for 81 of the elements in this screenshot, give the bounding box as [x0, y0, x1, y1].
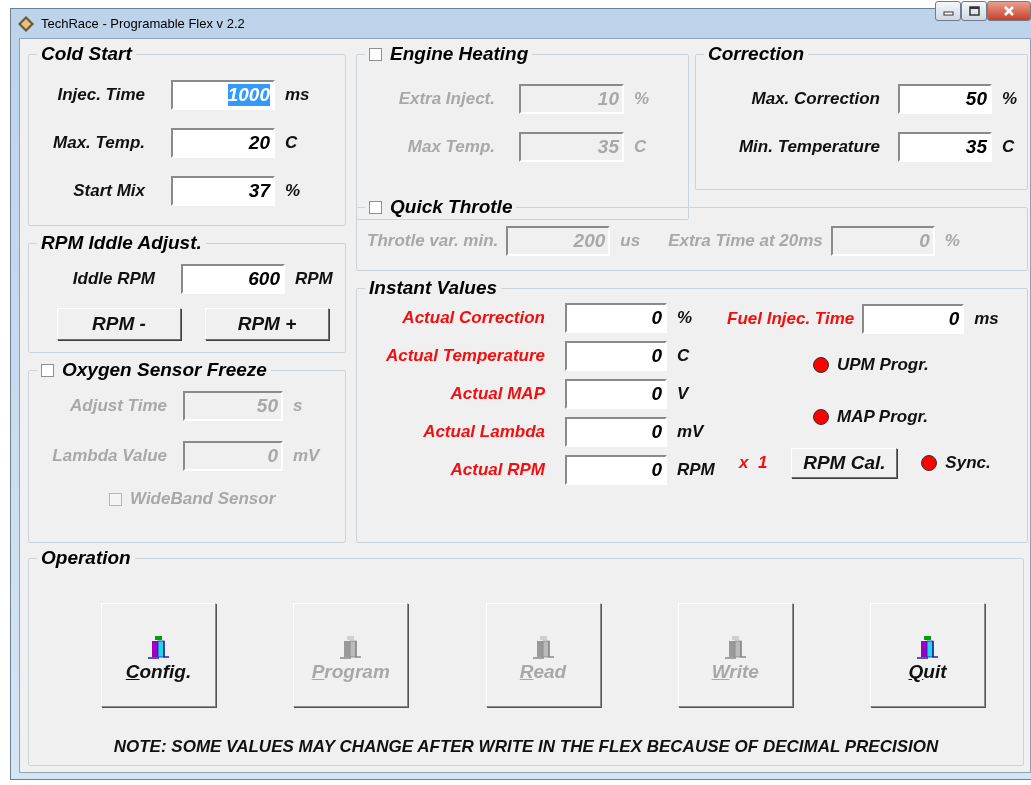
input-field[interactable]: 0	[565, 341, 667, 371]
input-field[interactable]: 50	[898, 84, 992, 114]
unit-label: ms	[284, 85, 310, 105]
group-title: Cold Start	[41, 43, 132, 65]
unit-label: %	[943, 231, 960, 251]
status-label: Sync.	[945, 453, 991, 473]
unit-label: RPM	[676, 460, 716, 480]
close-button[interactable]	[987, 1, 1031, 21]
checkbox[interactable]	[369, 47, 382, 61]
field-label: Extra Inject.	[397, 89, 496, 109]
unit-label: mV	[676, 422, 706, 442]
field-label: Max. Correction	[750, 89, 881, 109]
unit-label: ms	[973, 309, 999, 329]
group-title: Correction	[708, 43, 805, 65]
app-icon	[17, 14, 35, 33]
operation-button[interactable]: Quit	[870, 603, 985, 707]
group-title: Instant Values	[369, 277, 498, 299]
rpm-cal-button[interactable]: RPM Cal.	[791, 448, 898, 478]
unit-label: s	[292, 396, 303, 416]
status-label: UPM Progr.	[837, 355, 929, 375]
checkbox-label: WideBand Sensor	[130, 489, 276, 509]
field-label: Actual Correction	[401, 308, 546, 328]
connector-icon	[916, 635, 939, 659]
unit-label: %	[676, 308, 694, 328]
maximize-icon	[968, 6, 980, 16]
connector-icon	[531, 635, 555, 659]
connector-icon	[339, 635, 363, 659]
rpm-button[interactable]: RPM +	[205, 308, 329, 340]
unit-label: V	[676, 384, 691, 404]
unit-label: %	[1001, 89, 1018, 109]
input-field[interactable]: 600	[181, 264, 285, 294]
input-field[interactable]: 37	[171, 176, 275, 206]
connector-icon	[147, 635, 170, 659]
unit-label: %	[633, 89, 650, 109]
field-label: Max Temp.	[406, 137, 496, 157]
note-text: NOTE: SOME VALUES MAY CHANGE AFTER WRITE IN THE FLEX BECAUSE OF DECIMAL PRECISION	[112, 736, 940, 757]
connector-icon	[723, 635, 747, 659]
field-label: Injec. Time	[56, 85, 146, 105]
field-label: Iddle RPM	[71, 269, 156, 289]
unit-label: C	[284, 133, 298, 153]
group-title: RPM Iddle Adjust.	[41, 232, 202, 254]
close-icon	[1003, 5, 1015, 17]
operation-button[interactable]: Config.	[101, 603, 216, 707]
window-title: TechRace - Programable Flex v 2.2	[41, 16, 245, 31]
unit-label: %	[284, 181, 301, 201]
input-field[interactable]: 35	[898, 132, 992, 162]
input-field[interactable]: 20	[171, 128, 275, 158]
minimize-button[interactable]	[935, 1, 961, 21]
unit-label: RPM	[294, 269, 333, 289]
multiplier-label: x 1	[739, 453, 768, 473]
group-title: Operation	[41, 547, 131, 569]
input-field[interactable]: 0	[565, 417, 667, 447]
field-label: Actual MAP	[449, 384, 546, 404]
input-field[interactable]: 0	[565, 379, 667, 409]
unit-label: mV	[292, 446, 320, 466]
field-label: Min. Temperature	[737, 137, 881, 157]
field-label: Fuel Injec. Time	[727, 309, 856, 329]
unit-label: us	[619, 231, 641, 251]
status-label: MAP Progr.	[837, 407, 928, 427]
field-label: Extra Time at 20ms	[668, 231, 824, 251]
field-label: Actual RPM	[449, 460, 546, 480]
rpm-button[interactable]: RPM -	[57, 308, 181, 340]
field-label: Lambda Value	[51, 446, 168, 466]
input-field[interactable]: 0	[862, 304, 965, 334]
input-field[interactable]: 0	[565, 455, 667, 485]
unit-label: C	[633, 137, 647, 157]
group-title: Quick Throtle	[390, 196, 513, 218]
field-label: Actual Lambda	[422, 422, 546, 442]
input-field[interactable]: 0	[565, 303, 667, 333]
unit-label: C	[1001, 137, 1015, 157]
field-label: Actual Temperature	[384, 346, 546, 366]
checkbox[interactable]	[369, 200, 382, 214]
field-label: Start Mix	[72, 181, 146, 201]
field-label: Adjust Time	[69, 396, 168, 416]
group-title: Oxygen Sensor Freeze	[62, 359, 267, 381]
checkbox[interactable]	[41, 363, 54, 377]
maximize-button[interactable]	[961, 1, 987, 21]
field-label: Max. Temp.	[52, 133, 146, 153]
field-label: Throtle var. min.	[367, 231, 500, 251]
unit-label: C	[676, 346, 691, 366]
group-title: Engine Heating	[390, 43, 529, 65]
